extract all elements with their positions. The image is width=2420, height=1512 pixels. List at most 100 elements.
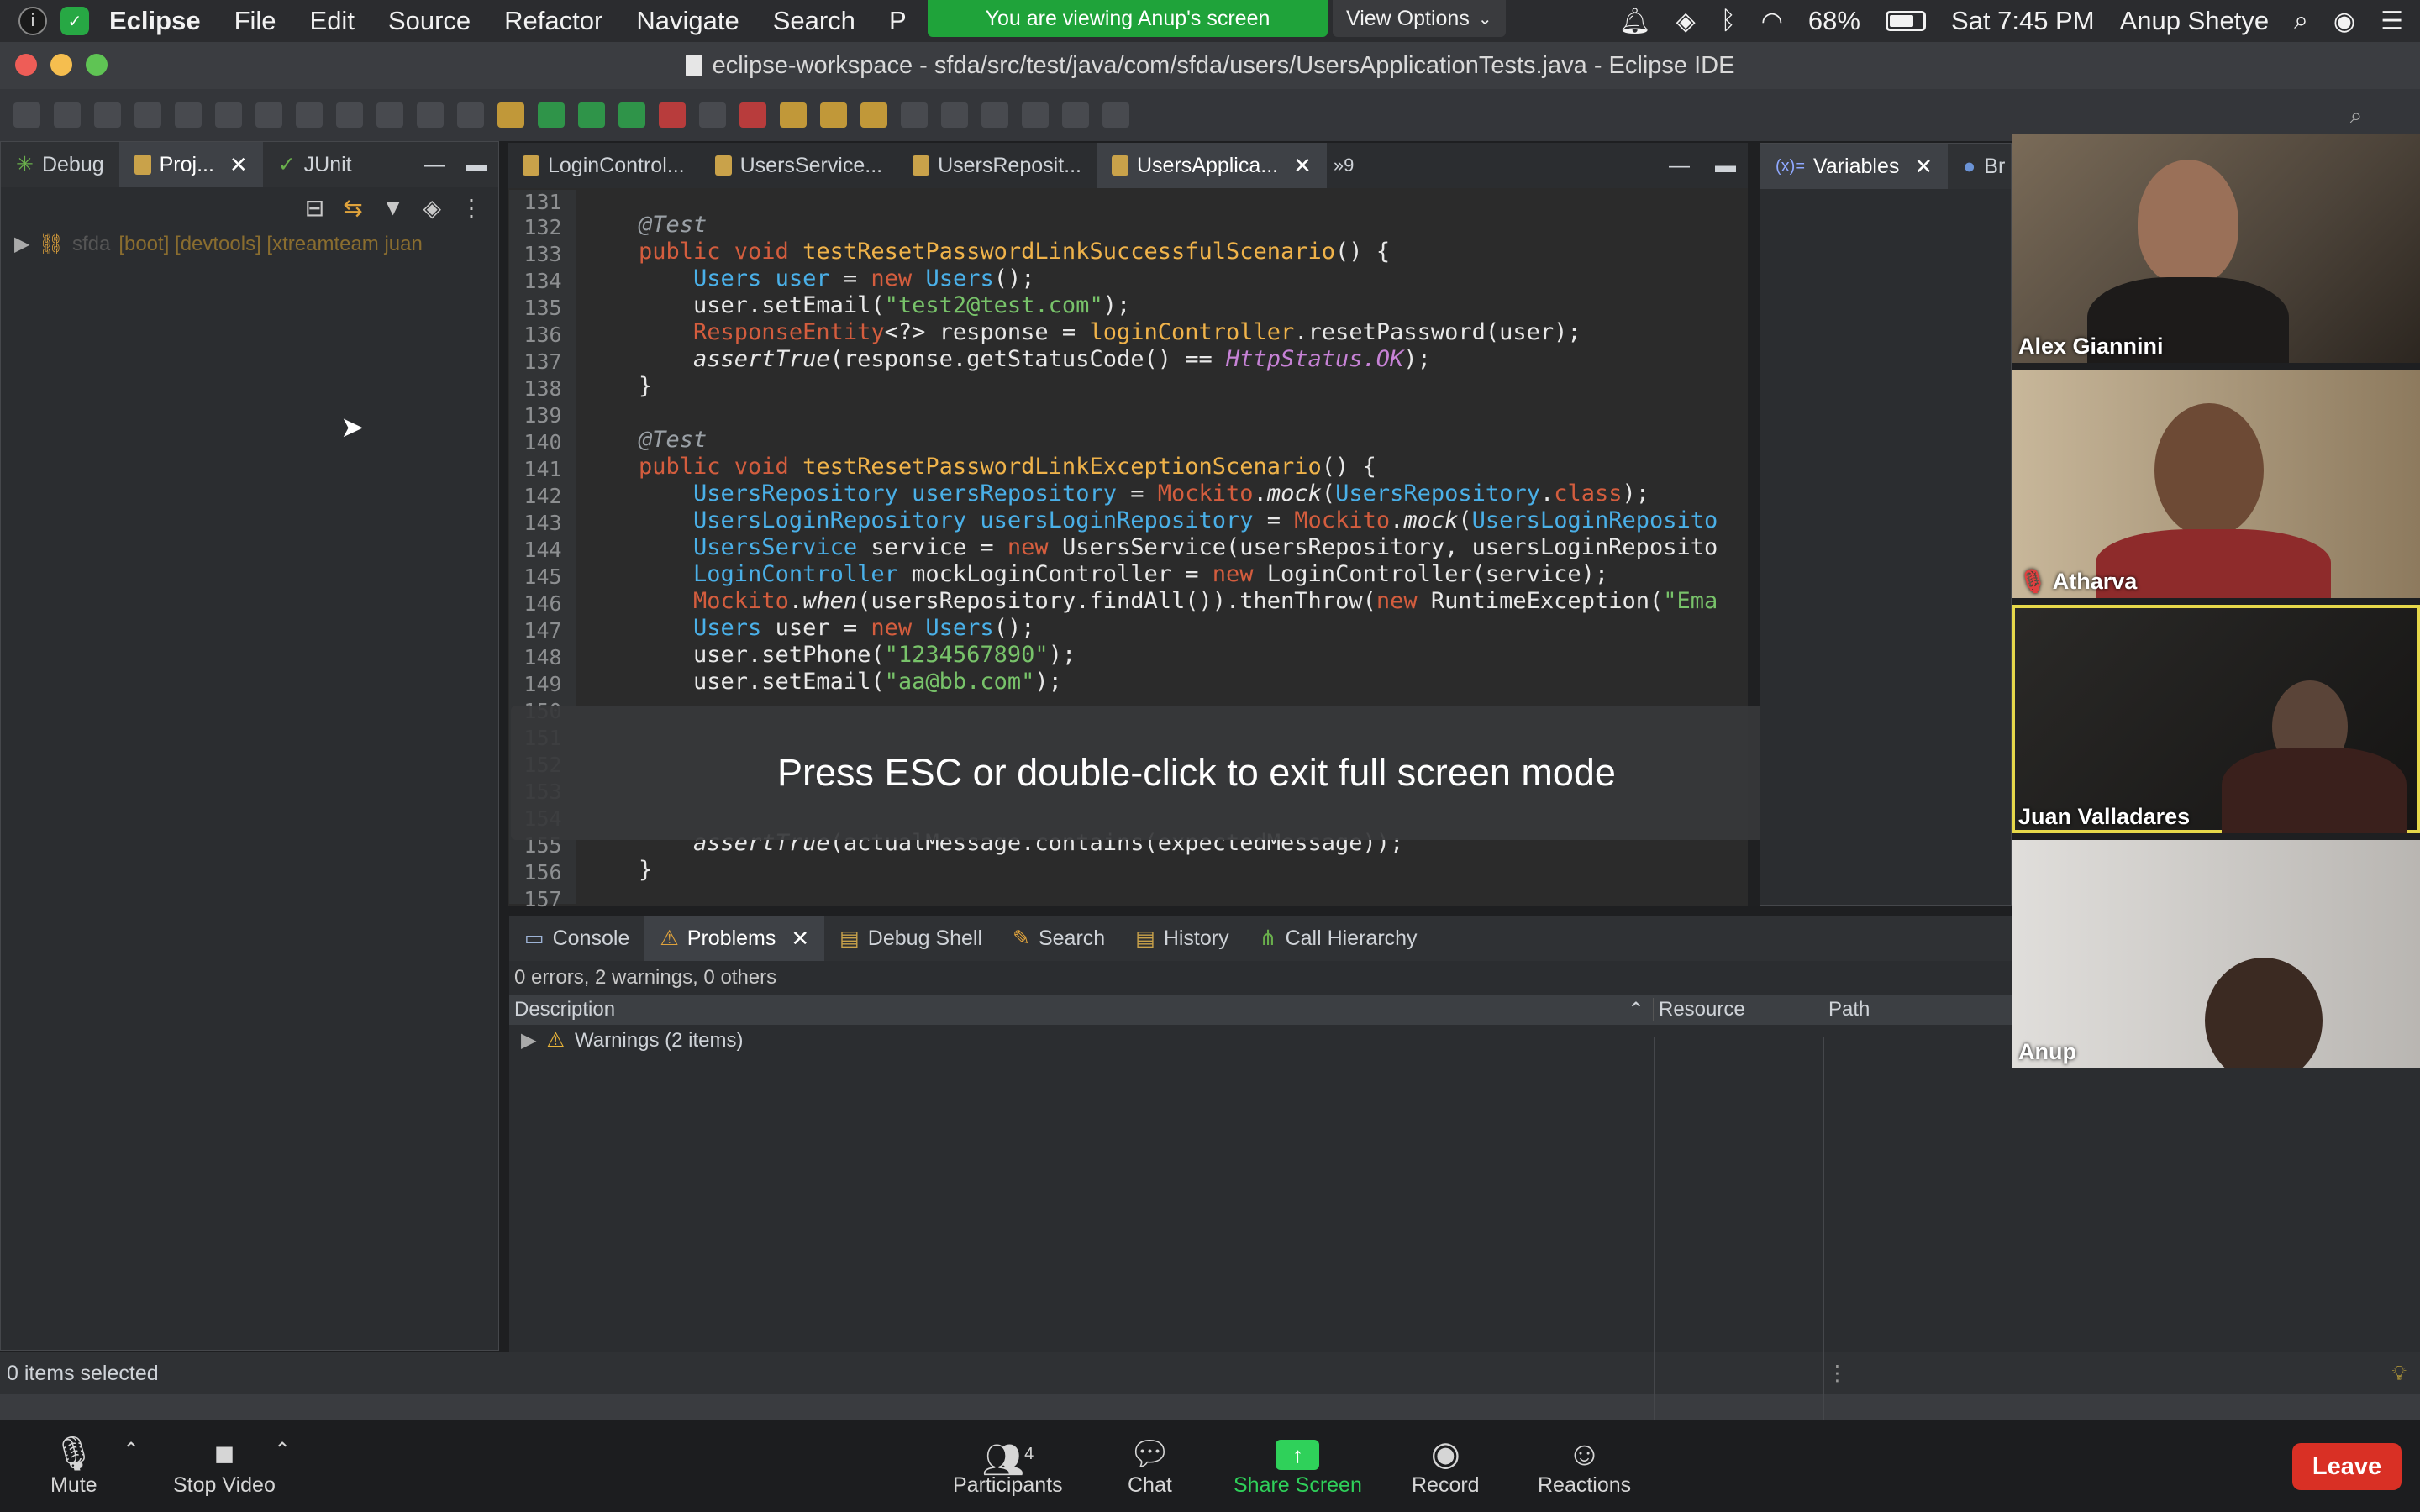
use-step-filters-icon[interactable] xyxy=(497,102,524,128)
tab-project-explorer[interactable]: Proj... ✕ xyxy=(118,142,263,187)
tab-debug[interactable]: ✳ Debug xyxy=(1,142,119,187)
spring-boot-icon[interactable] xyxy=(739,102,766,128)
step-into-icon[interactable] xyxy=(336,102,363,128)
tab-users-repository[interactable]: UsersReposit... xyxy=(897,143,1097,188)
tab-call-hierarchy[interactable]: ⋔ Call Hierarchy xyxy=(1244,916,1433,961)
save-icon[interactable] xyxy=(54,102,81,128)
tab-login-controller[interactable]: LoginControl... xyxy=(508,143,700,188)
participants-button[interactable]: 👥︎4 Participants xyxy=(953,1435,1063,1498)
tip-bulb-icon[interactable]: 💡︎ xyxy=(2391,1362,2407,1386)
menu-app-name[interactable]: Eclipse xyxy=(109,6,201,36)
minimize-window-button[interactable] xyxy=(50,54,72,76)
tab-debug-shell[interactable]: ▤ Debug Shell xyxy=(824,916,997,961)
notification-icon[interactable]: 🔔︎ xyxy=(1619,7,1651,36)
tree-item-project[interactable]: ▶ ⛓ sfda [boot] [devtools] [xtreamteam j… xyxy=(1,228,498,260)
info-icon[interactable]: i xyxy=(18,7,47,35)
menu-refactor[interactable]: Refactor xyxy=(504,6,602,36)
back-icon[interactable] xyxy=(1022,102,1049,128)
view-menu-icon[interactable]: ⋮ xyxy=(460,194,483,222)
tab-search[interactable]: ✎ Search xyxy=(997,916,1120,961)
column-description[interactable]: Description ⌃ xyxy=(509,998,1654,1021)
spotlight-search-icon[interactable]: ⌕ xyxy=(2294,7,2308,35)
zoom-window-button[interactable] xyxy=(86,54,108,76)
stop-icon[interactable] xyxy=(699,102,726,128)
debug-icon[interactable] xyxy=(538,102,565,128)
tab-users-service[interactable]: UsersService... xyxy=(700,143,897,188)
video-options-caret-icon[interactable]: ⌃ xyxy=(274,1438,291,1462)
menu-search[interactable]: Search xyxy=(773,6,855,36)
tab-console[interactable]: ▭ Console xyxy=(509,916,644,961)
drop-to-frame-icon[interactable] xyxy=(457,102,484,128)
minimize-view-icon[interactable]: — xyxy=(424,153,445,177)
close-icon[interactable]: ✕ xyxy=(229,152,248,178)
control-center-icon[interactable]: ☰ xyxy=(2381,7,2403,36)
record-button[interactable]: ◉ Record xyxy=(1412,1435,1480,1498)
menu-file[interactable]: File xyxy=(234,6,276,36)
link-editor-icon[interactable]: ⇆ xyxy=(343,194,362,222)
annotation-next-icon[interactable] xyxy=(901,102,928,128)
close-icon[interactable]: ✕ xyxy=(791,926,809,952)
column-resource[interactable]: Resource xyxy=(1654,998,1823,1021)
reactions-button[interactable]: ☺ Reactions xyxy=(1538,1435,1631,1498)
chat-button[interactable]: 💬︎ Chat xyxy=(1128,1435,1172,1498)
video-tile[interactable]: Alex Giannini xyxy=(2012,134,2420,363)
share-screen-button[interactable]: ↑ Share Screen xyxy=(1234,1435,1362,1498)
close-icon[interactable]: ✕ xyxy=(1293,153,1312,179)
leave-meeting-button[interactable]: Leave xyxy=(2292,1443,2402,1490)
maximize-view-icon[interactable]: ▬ xyxy=(466,153,487,177)
search-toolbar-icon[interactable] xyxy=(860,102,887,128)
tab-users-application-tests[interactable]: UsersApplica... ✕ xyxy=(1096,143,1327,188)
step-return-icon[interactable] xyxy=(417,102,444,128)
user-name[interactable]: Anup Shetye xyxy=(2120,6,2270,36)
stop-video-button[interactable]: ■ Stop Video xyxy=(173,1435,276,1498)
siri-icon[interactable]: ◉ xyxy=(2333,7,2355,36)
video-tile-active-speaker[interactable]: Juan Valladares xyxy=(2012,605,2420,833)
tab-problems[interactable]: ⚠ Problems ✕ xyxy=(644,916,825,961)
menu-source[interactable]: Source xyxy=(388,6,471,36)
minimize-view-icon[interactable]: — xyxy=(1669,154,1690,178)
menu-edit[interactable]: Edit xyxy=(310,6,355,36)
suspend-icon[interactable] xyxy=(215,102,242,128)
step-over-icon[interactable] xyxy=(376,102,403,128)
clock[interactable]: Sat 7:45 PM xyxy=(1951,6,2095,36)
coverage-icon[interactable] xyxy=(618,102,645,128)
dropbox-icon[interactable]: ◈ xyxy=(1676,7,1696,36)
terminate-icon[interactable] xyxy=(255,102,282,128)
menu-navigate[interactable]: Navigate xyxy=(636,6,739,36)
run-icon[interactable] xyxy=(578,102,605,128)
focus-icon[interactable]: ◈ xyxy=(423,194,441,222)
annotation-prev-icon[interactable] xyxy=(941,102,968,128)
disconnect-icon[interactable] xyxy=(296,102,323,128)
view-options-button[interactable]: View Options ⌄ xyxy=(1333,0,1506,37)
tab-history[interactable]: ▤ History xyxy=(1120,916,1244,961)
skip-breakpoints-icon[interactable] xyxy=(134,102,161,128)
maximize-view-icon[interactable]: ▬ xyxy=(1715,154,1736,178)
mute-button[interactable]: 🎙︎ Mute xyxy=(50,1435,97,1498)
last-edit-icon[interactable] xyxy=(981,102,1008,128)
video-tile[interactable]: Anup xyxy=(2012,840,2420,1068)
audio-options-caret-icon[interactable]: ⌃ xyxy=(123,1438,139,1462)
column-path[interactable]: Path xyxy=(1823,998,1870,1021)
tab-junit[interactable]: ✓ JUnit xyxy=(263,142,367,187)
open-task-icon[interactable] xyxy=(820,102,847,128)
close-window-button[interactable] xyxy=(15,54,37,76)
collapse-all-icon[interactable]: ⊟ xyxy=(305,194,324,222)
battery-icon[interactable] xyxy=(1885,11,1926,31)
chevron-right-icon[interactable]: ▶ xyxy=(521,1028,536,1053)
menu-project-truncated[interactable]: P xyxy=(889,6,907,36)
filter-icon[interactable]: ▼ xyxy=(381,194,405,222)
bluetooth-icon[interactable]: ᛒ xyxy=(1721,7,1736,35)
wifi-icon[interactable]: ◠ xyxy=(1761,7,1783,36)
new-icon[interactable] xyxy=(13,102,40,128)
forward-icon[interactable] xyxy=(1062,102,1089,128)
toolbar-search-icon[interactable]: ⌕ xyxy=(2343,102,2370,128)
external-tools-icon[interactable] xyxy=(659,102,686,128)
tab-breakpoints[interactable]: ● Br xyxy=(1948,144,2020,189)
tab-variables[interactable]: (x)= Variables ✕ xyxy=(1760,144,1949,189)
more-tabs-indicator[interactable]: »9 xyxy=(1334,155,1354,176)
resume-icon[interactable] xyxy=(175,102,202,128)
open-type-icon[interactable] xyxy=(780,102,807,128)
chevron-right-icon[interactable]: ▶ xyxy=(14,232,29,256)
pin-editor-icon[interactable] xyxy=(1102,102,1129,128)
save-all-icon[interactable] xyxy=(94,102,121,128)
